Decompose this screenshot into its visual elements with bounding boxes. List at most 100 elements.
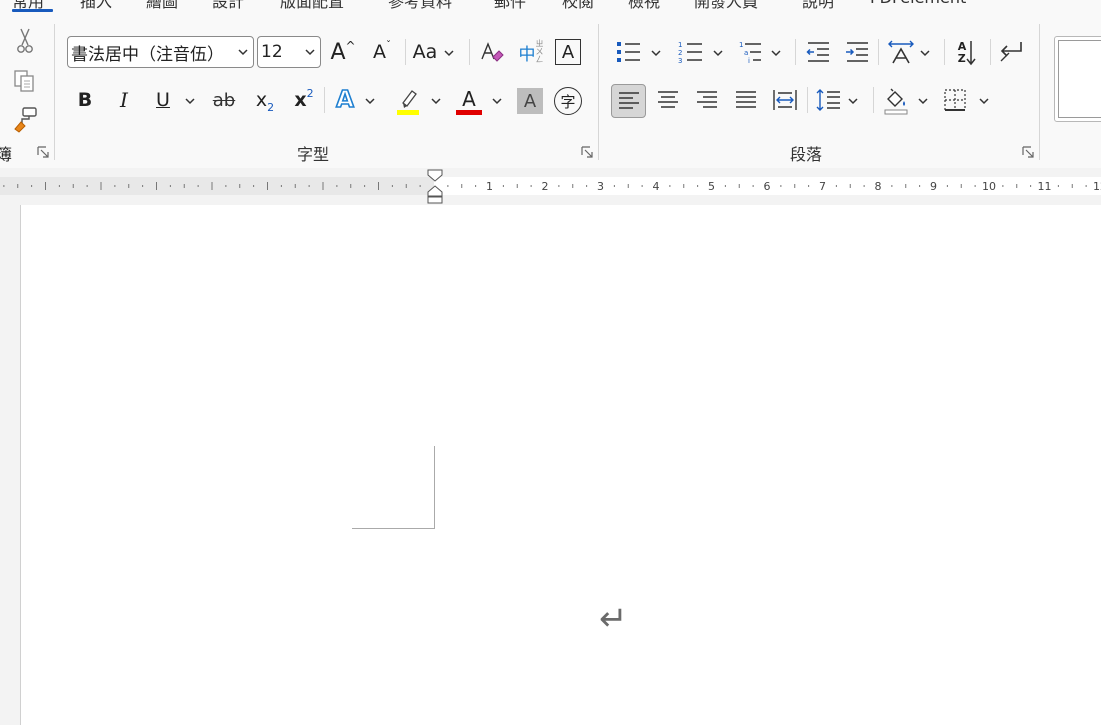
clipboard-dialog-launcher-icon[interactable] [37,146,49,158]
borders-button[interactable] [940,85,970,115]
ribbon: 常用插入繪圖設計版面配置參考資料郵件校閱檢視開發人員說明PDFelement 簿… [0,0,1101,168]
chevron-down-icon[interactable] [847,96,859,106]
phonetic-guide-glyph: 中 [518,44,536,65]
item-separator [795,39,796,65]
superscript-button[interactable]: x2 [289,85,319,115]
styles-gallery[interactable] [1054,36,1101,122]
document-page[interactable]: ↵ [20,205,1101,725]
copy-button[interactable] [10,66,40,96]
cut-button[interactable] [10,26,40,56]
chevron-down-icon[interactable] [917,96,929,106]
text-effects-button[interactable]: A [330,85,360,115]
strikethrough-button[interactable]: ab [209,85,239,115]
distributed-button[interactable] [770,85,800,115]
numbering-button[interactable]: 1 2 3 [674,37,706,67]
item-separator [873,87,874,113]
active-tab-indicator [12,9,53,12]
tab-item[interactable]: PDFelement [870,0,966,7]
enclose-characters-glyph: 字 [560,92,576,111]
chevron-down-icon[interactable] [919,48,931,58]
increase-indent-button[interactable] [842,37,872,67]
tab-item[interactable]: 校閱 [562,0,594,12]
enclose-characters-button[interactable]: 字 [554,87,582,115]
clear-formatting-button[interactable] [475,37,507,69]
bold-button[interactable]: B [70,85,100,115]
character-shading-button[interactable]: A [517,88,543,114]
paragraph-mark[interactable]: ↵ [599,599,628,639]
tab-item[interactable]: 檢視 [628,0,660,12]
svg-text:3: 3 [678,57,682,65]
svg-text:1: 1 [739,41,743,49]
chevron-down-icon[interactable] [491,96,503,106]
margin-corner-marker [352,446,435,529]
chevron-down-icon[interactable] [443,48,455,58]
show-hide-marks-button[interactable] [995,37,1027,67]
decrease-indent-button[interactable] [803,37,833,67]
shrink-font-glyph: A [373,41,386,63]
bullets-button[interactable] [612,37,644,67]
group-separator [598,24,599,160]
align-left-button[interactable] [611,84,646,118]
align-right-button[interactable] [692,85,722,115]
ruler-number: 5 [708,180,715,193]
chevron-down-icon[interactable] [712,48,724,58]
style-preview-normal[interactable] [1058,40,1101,118]
font-dialog-launcher-icon[interactable] [581,146,593,158]
chevron-down-icon[interactable] [184,96,196,106]
align-center-icon [658,91,678,108]
highlighter-icon [397,90,419,115]
character-shading-glyph: A [523,90,537,112]
character-scaling-button[interactable] [885,37,917,67]
change-case-glyph: Aa [412,41,438,63]
horizontal-ruler[interactable]: 123456789101112 [0,168,1101,205]
align-center-button[interactable] [653,85,683,115]
underline-button[interactable]: U [148,85,178,115]
italic-button[interactable]: I [109,85,139,115]
shading-button[interactable] [880,85,912,117]
font-size-select[interactable]: 12 [257,36,321,68]
format-painter-button[interactable] [10,104,40,134]
character-border-button[interactable]: A [555,39,581,65]
paragraph-dialog-launcher-icon[interactable] [1022,146,1034,158]
font-name-value: 書法居中（注音伍） [71,44,224,65]
phonetic-guide-button[interactable]: 中 ㄓㄨㄥ [516,37,546,67]
increase-indent-icon [846,42,868,62]
font-name-select[interactable]: 書法居中（注音伍） [67,36,254,68]
justify-button[interactable] [731,85,761,115]
line-spacing-button[interactable] [812,85,844,115]
tab-item[interactable]: 開發人員 [694,0,758,12]
caret-down-icon: ˇ [386,39,391,51]
subscript-button[interactable]: x2 [250,85,280,115]
ruler-number: 3 [597,180,604,193]
chevron-down-icon[interactable] [364,96,376,106]
chevron-down-icon[interactable] [430,96,442,106]
font-color-button[interactable]: A [454,84,484,118]
tab-item[interactable]: 繪圖 [146,0,178,12]
numbered-list-icon: 1 2 3 [678,41,702,65]
tab-item[interactable]: 郵件 [494,0,526,12]
tab-item[interactable]: 參考資料 [388,0,452,12]
ruler-ticks: 123456789101112 [3,180,1101,193]
change-case-button[interactable]: Aa [410,37,440,67]
bullet-list-icon [617,42,640,62]
multilevel-list-button[interactable]: 1 a i [735,37,767,67]
chevron-down-icon[interactable] [978,96,990,106]
highlight-color-button[interactable] [392,85,424,117]
paragraph-mark-icon [1000,42,1022,62]
ruler-number: 8 [875,180,882,193]
shrink-font-button[interactable]: Aˇ [367,37,397,67]
font-size-value: 12 [261,42,283,62]
chevron-down-icon[interactable] [650,48,662,58]
ruler-number: 9 [930,180,937,193]
chevron-down-icon[interactable] [770,48,782,58]
item-separator [944,39,945,65]
item-separator [324,87,325,113]
tab-item[interactable]: 版面配置 [280,0,344,12]
sort-button[interactable]: A Z [951,37,983,69]
item-separator [990,39,991,65]
tab-item[interactable]: 設計 [212,0,244,12]
grow-font-button[interactable]: A ^ [328,37,358,67]
tab-item[interactable]: 說明 [802,0,834,12]
tab-item[interactable]: 插入 [80,0,112,12]
indent-markers-icon[interactable] [427,168,443,205]
